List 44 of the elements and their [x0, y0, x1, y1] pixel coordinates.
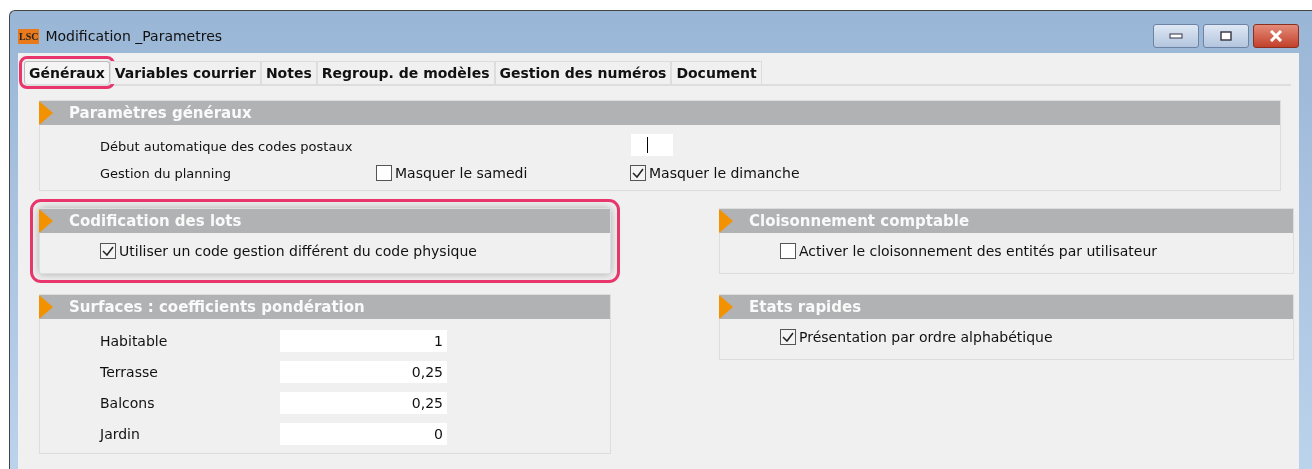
tab[interactable]: Variables courrier — [109, 61, 261, 84]
maximize-icon — [1220, 31, 1232, 41]
field-label: Habitable — [100, 332, 169, 349]
window-title: Modification _Parametres — [45, 28, 223, 44]
coefficient-field[interactable]: 0 — [280, 422, 447, 445]
section-title: Surfaces : coefficients pondération — [69, 298, 365, 316]
coefficient-field[interactable]: 1 — [280, 329, 447, 352]
checkbox[interactable] — [100, 243, 116, 259]
chevron-icon — [719, 209, 733, 233]
checkbox-label: Activer le cloisonnement des entités par utilisateur — [799, 243, 1158, 259]
tab[interactable]: Regroup. de modèles — [316, 61, 495, 84]
field-label: Balcons — [100, 394, 156, 411]
chevron-icon — [39, 295, 53, 319]
chevron-icon — [39, 209, 53, 233]
tab[interactable]: Gestion des numéros — [494, 61, 672, 84]
maximize-button[interactable] — [1203, 24, 1249, 48]
checkbox[interactable] — [630, 164, 646, 181]
close-icon — [1268, 30, 1284, 42]
field-label: Jardin — [100, 425, 141, 442]
checkbox[interactable] — [376, 164, 392, 181]
checkbox[interactable] — [780, 329, 796, 345]
postal-code-field[interactable] — [631, 134, 673, 156]
minimize-button[interactable] — [1153, 24, 1199, 48]
field-label: Gestion du planning — [100, 164, 232, 181]
section-title: Codification des lots — [69, 212, 242, 230]
checkbox-label: Masquer le samedi — [395, 164, 528, 181]
coefficient-field[interactable]: 0,25 — [280, 360, 447, 383]
section-title: Paramètres généraux — [69, 104, 252, 122]
close-button[interactable] — [1253, 24, 1299, 48]
minimize-icon — [1169, 33, 1183, 39]
chevron-icon — [719, 295, 733, 319]
section-title: Etats rapides — [749, 298, 862, 316]
tab[interactable]: Document — [671, 61, 762, 84]
field-label: Terrasse — [100, 363, 159, 380]
section-title: Cloisonnement comptable — [749, 212, 970, 230]
checkbox-label: Masquer le dimanche — [649, 164, 800, 181]
app-logo: LSC — [18, 28, 40, 44]
coefficient-field[interactable]: 0,25 — [280, 391, 447, 414]
checkbox[interactable] — [780, 243, 796, 259]
chevron-icon — [39, 101, 53, 125]
field-label: Début automatique des codes postaux — [100, 137, 354, 154]
checkbox-label: Présentation par ordre alphabétique — [799, 329, 1053, 345]
checkbox-label: Utiliser un code gestion différent du code physique — [119, 243, 477, 259]
tab[interactable]: Notes — [260, 61, 317, 84]
